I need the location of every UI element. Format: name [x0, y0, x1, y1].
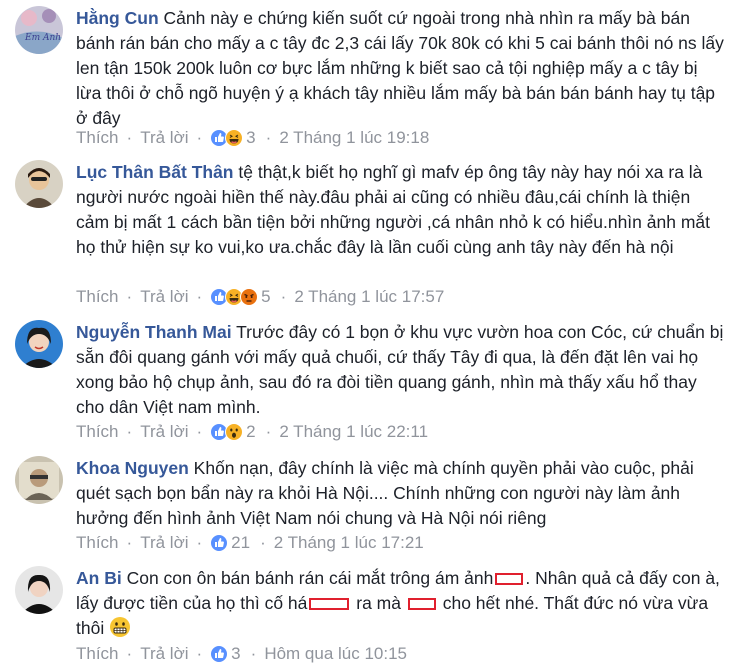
comment-actions: Thích · Trả lời · 21 · 2 Tháng 1 lúc 17:…: [76, 531, 424, 555]
separator: ·: [196, 128, 203, 147]
redaction-mark: [407, 598, 436, 611]
wow-icon: [225, 423, 244, 441]
comment-actions: Thích · Trả lời · 5 · 2 Tháng 1 lúc 17:5…: [76, 285, 444, 309]
avatar[interactable]: [15, 160, 63, 208]
separator: ·: [265, 128, 272, 147]
timestamp[interactable]: 2 Tháng 1 lúc 17:57: [294, 285, 444, 309]
separator: ·: [250, 644, 257, 663]
like-icon: [210, 534, 229, 552]
reply-button[interactable]: Trả lời: [140, 531, 188, 555]
comment-author[interactable]: Nguyễn Thanh Mai: [76, 322, 232, 342]
avatar[interactable]: Em Anh: [15, 6, 63, 54]
comment-author[interactable]: Lục Thân Bất Thân: [76, 162, 234, 182]
reply-button[interactable]: Trả lời: [140, 642, 188, 666]
comment-body: An Bi Con con ôn bán bánh rán cái mắt tr…: [76, 566, 726, 645]
like-icon: [210, 645, 229, 663]
comment-body: Hằng Cun Cảnh này e chứng kiến suốt cứ n…: [76, 6, 726, 131]
comment-author[interactable]: An Bi: [76, 568, 122, 588]
like-button[interactable]: Thích: [76, 531, 119, 555]
separator: ·: [280, 287, 287, 306]
comment-body: Khoa Nguyen Khốn nạn, đây chính là việc …: [76, 456, 726, 531]
reply-button[interactable]: Trả lời: [140, 420, 188, 444]
separator: ·: [126, 533, 133, 552]
comment-list: Em Anh Hằng Cun Cảnh này e chứng kiến su…: [0, 0, 745, 669]
comment-text: Con con ôn bán bánh rán cái mắt trông ám…: [126, 568, 494, 588]
comment-actions: Thích · Trả lời · 2 · 2 Tháng 1 lúc 22:1…: [76, 420, 428, 444]
like-button[interactable]: Thích: [76, 285, 119, 309]
comment-text: Cảnh này e chứng kiến suốt cứ ngoài tron…: [76, 8, 724, 128]
separator: ·: [126, 128, 133, 147]
separator: ·: [196, 287, 203, 306]
reaction-count[interactable]: 5: [261, 285, 270, 309]
reaction-count[interactable]: 3: [231, 642, 240, 666]
grimace-emoji-icon: [109, 616, 131, 645]
reply-button[interactable]: Trả lời: [140, 285, 188, 309]
comment-actions: Thích · Trả lời · 3 · Hôm qua lúc 10:15: [76, 642, 407, 666]
separator: ·: [196, 644, 203, 663]
redaction-mark: [495, 573, 524, 586]
reaction-count[interactable]: 21: [231, 531, 250, 555]
separator: ·: [126, 422, 133, 441]
like-button[interactable]: Thích: [76, 126, 119, 150]
timestamp[interactable]: 2 Tháng 1 lúc 22:11: [279, 420, 428, 444]
separator: ·: [126, 287, 133, 306]
avatar[interactable]: [15, 320, 63, 368]
redaction-mark: [309, 598, 350, 611]
reactions[interactable]: [210, 645, 229, 663]
reactions[interactable]: [210, 129, 244, 147]
separator: ·: [260, 533, 266, 552]
comment-author[interactable]: Hằng Cun: [76, 8, 159, 28]
separator: ·: [196, 422, 203, 441]
comment-text: ra mà: [351, 593, 406, 613]
comment-author[interactable]: Khoa Nguyen: [76, 458, 189, 478]
avatar[interactable]: [15, 456, 63, 504]
timestamp[interactable]: 2 Tháng 1 lúc 17:21: [274, 531, 424, 555]
reactions[interactable]: [210, 288, 259, 306]
comment-body: Nguyễn Thanh Mai Trước đây có 1 bọn ở kh…: [76, 320, 726, 420]
avatar-text: Em Anh: [24, 33, 61, 43]
separator: ·: [196, 533, 203, 552]
reactions[interactable]: [210, 534, 229, 552]
like-button[interactable]: Thích: [76, 420, 119, 444]
comment-actions: Thích · Trả lời · 3 · 2 Tháng 1 lúc 19:1…: [76, 126, 429, 150]
reaction-count[interactable]: 3: [246, 126, 255, 150]
like-button[interactable]: Thích: [76, 642, 119, 666]
separator: ·: [265, 422, 272, 441]
comment-body: Lục Thân Bất Thân tệ thật,k biết họ nghĩ…: [76, 160, 726, 260]
reaction-count[interactable]: 2: [246, 420, 255, 444]
timestamp[interactable]: 2 Tháng 1 lúc 19:18: [279, 126, 429, 150]
angry-icon: [240, 288, 259, 306]
timestamp[interactable]: Hôm qua lúc 10:15: [264, 642, 407, 666]
reactions[interactable]: [210, 423, 244, 441]
haha-icon: [225, 129, 244, 147]
reply-button[interactable]: Trả lời: [140, 126, 188, 150]
separator: ·: [126, 644, 133, 663]
avatar[interactable]: [15, 566, 63, 614]
